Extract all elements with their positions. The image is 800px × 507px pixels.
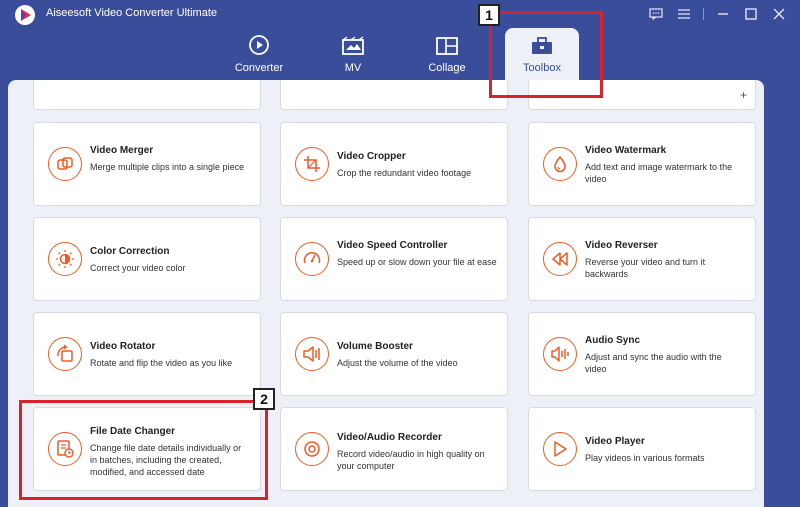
rewind-icon xyxy=(543,242,577,276)
tool-card-partial[interactable] xyxy=(280,80,508,110)
scrollbar[interactable] xyxy=(766,264,770,500)
recorder-icon xyxy=(295,432,329,466)
tool-title: Video Merger xyxy=(90,145,154,156)
tool-title: Video Rotator xyxy=(90,341,156,352)
minimize-icon[interactable] xyxy=(712,4,734,24)
tool-title: Video Watermark xyxy=(585,145,667,156)
tool-card-partial[interactable] xyxy=(33,80,261,110)
divider xyxy=(703,8,704,20)
annotation-badge-1: 1 xyxy=(478,4,500,26)
watermark-icon xyxy=(543,147,577,181)
tool-title: Color Correction xyxy=(90,246,170,257)
tool-card-audio-sync[interactable]: Audio Sync Adjust and sync the audio wit… xyxy=(528,312,756,396)
tool-description: Reverse your video and turn it backwards xyxy=(585,257,706,279)
speed-gauge-icon xyxy=(295,242,329,276)
tool-title: Video Reverser xyxy=(585,240,658,251)
tool-description: Rotate and flip the video as you like xyxy=(90,358,233,368)
add-icon: + xyxy=(739,88,747,102)
tool-description: Speed up or slow down your file at ease xyxy=(337,257,497,267)
tool-description: Play videos in various formats xyxy=(585,453,705,463)
tool-description: Record video/audio in high quality on yo… xyxy=(337,449,485,471)
title-bar: Aiseesoft Video Converter Ultimate xyxy=(0,0,800,28)
main-tabs: Converter MV Collage Toolbox xyxy=(0,28,800,80)
merge-icon xyxy=(48,147,82,181)
audio-sync-icon xyxy=(543,337,577,371)
tab-label: Toolbox xyxy=(523,62,561,74)
app-logo-icon xyxy=(15,5,35,25)
tool-title: Video/Audio Recorder xyxy=(337,432,442,443)
volume-boost-icon xyxy=(295,337,329,371)
tool-description: Adjust the volume of the video xyxy=(337,358,458,368)
tab-mv[interactable]: MV xyxy=(316,28,390,80)
tab-toolbox[interactable]: Toolbox xyxy=(505,28,579,80)
play-icon xyxy=(543,432,577,466)
tool-card-video-player[interactable]: Video Player Play videos in various form… xyxy=(528,407,756,491)
tool-description: Adjust and sync the audio with the video xyxy=(585,352,722,374)
menu-icon[interactable] xyxy=(673,4,695,24)
tool-card-color-correction[interactable]: Color Correction Correct your video colo… xyxy=(33,217,261,301)
tool-description: Correct your video color xyxy=(90,263,186,273)
tool-description: Change file date details individually or… xyxy=(90,443,242,477)
tab-label: Converter xyxy=(234,62,284,74)
toolbox-icon xyxy=(531,28,553,56)
tool-card-video-rotator[interactable]: Video Rotator Rotate and flip the video … xyxy=(33,312,261,396)
annotation-badge-2: 2 xyxy=(253,388,275,410)
tool-description: Merge multiple clips into a single piece xyxy=(90,162,245,172)
tool-card-video-audio-recorder[interactable]: Video/Audio Recorder Record video/audio … xyxy=(280,407,508,491)
tool-card-video-merger[interactable]: Video Merger Merge multiple clips into a… xyxy=(33,122,261,206)
toolbox-panel: + Video Merger Merge multiple clips into… xyxy=(8,80,764,507)
close-icon[interactable] xyxy=(768,4,790,24)
collage-icon xyxy=(436,28,458,56)
color-correction-icon xyxy=(48,242,82,276)
tool-card-video-watermark[interactable]: Video Watermark Add text and image water… xyxy=(528,122,756,206)
rotate-icon xyxy=(48,337,82,371)
maximize-icon[interactable] xyxy=(740,4,762,24)
tab-label: MV xyxy=(344,62,362,74)
tool-description: Crop the redundant video footage xyxy=(337,168,472,178)
app-title: Aiseesoft Video Converter Ultimate xyxy=(46,7,217,19)
tool-title: Video Cropper xyxy=(337,151,406,162)
tool-card-partial[interactable]: + xyxy=(528,80,756,110)
converter-icon xyxy=(248,28,270,56)
file-date-icon xyxy=(48,432,82,466)
tab-label: Collage xyxy=(428,62,466,74)
tool-card-video-speed-controller[interactable]: Video Speed Controller Speed up or slow … xyxy=(280,217,508,301)
tool-card-video-reverser[interactable]: Video Reverser Reverse your video and tu… xyxy=(528,217,756,301)
tool-card-volume-booster[interactable]: Volume Booster Adjust the volume of the … xyxy=(280,312,508,396)
tool-card-video-cropper[interactable]: Video Cropper Crop the redundant video f… xyxy=(280,122,508,206)
feedback-icon[interactable] xyxy=(645,4,667,24)
tool-title: File Date Changer xyxy=(90,426,176,437)
tool-card-file-date-changer[interactable]: File Date Changer Change file date detai… xyxy=(33,407,261,491)
tool-title: Volume Booster xyxy=(337,341,413,352)
tool-title: Video Speed Controller xyxy=(337,240,448,251)
tab-collage[interactable]: Collage xyxy=(410,28,484,80)
tab-converter[interactable]: Converter xyxy=(222,28,296,80)
tool-description: Add text and image watermark to the vide… xyxy=(585,162,733,184)
mv-icon xyxy=(342,28,364,56)
tool-title: Video Player xyxy=(585,436,645,447)
crop-icon xyxy=(295,147,329,181)
tool-title: Audio Sync xyxy=(585,335,641,346)
